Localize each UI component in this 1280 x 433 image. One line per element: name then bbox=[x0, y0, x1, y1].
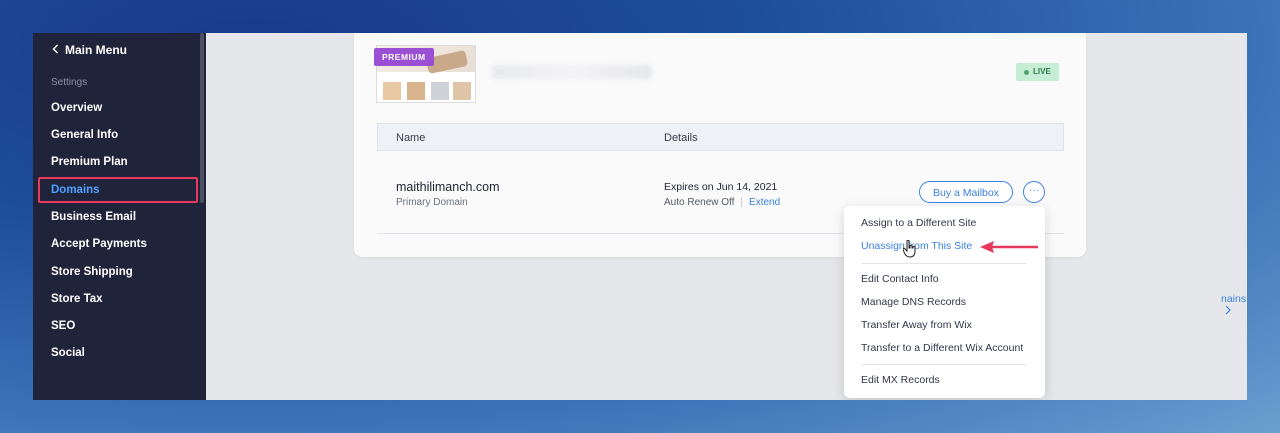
menu-item-transfer-account[interactable]: Transfer to a Different Wix Account bbox=[861, 342, 1023, 354]
column-header-details: Details bbox=[664, 132, 698, 144]
menu-item-edit-contact-info[interactable]: Edit Contact Info bbox=[861, 273, 939, 285]
auto-renew-status: Auto Renew Off bbox=[664, 197, 735, 208]
sidebar-item-seo[interactable]: SEO bbox=[51, 320, 75, 332]
domain-type: Primary Domain bbox=[396, 197, 468, 208]
main-menu-label: Main Menu bbox=[65, 43, 127, 57]
main-menu-back-link[interactable]: Main Menu bbox=[52, 43, 127, 57]
premium-badge: PREMIUM bbox=[374, 48, 434, 66]
domain-name: maithilimanch.com bbox=[396, 180, 500, 194]
app-window: Main Menu Settings Overview General Info… bbox=[33, 33, 1247, 400]
hand-cursor-icon bbox=[902, 239, 917, 263]
sidebar-item-store-tax[interactable]: Store Tax bbox=[51, 293, 103, 305]
main-content: PREMIUM LIVE Name Details maithilimanch.… bbox=[206, 33, 1247, 400]
extend-link[interactable]: Extend bbox=[749, 197, 780, 208]
menu-item-manage-dns[interactable]: Manage DNS Records bbox=[861, 296, 966, 308]
column-header-name: Name bbox=[396, 132, 426, 144]
sidebar-item-business-email[interactable]: Business Email bbox=[51, 211, 136, 223]
table-header: Name Details bbox=[377, 123, 1064, 151]
menu-item-edit-mx[interactable]: Edit MX Records bbox=[861, 374, 940, 386]
sidebar-item-overview[interactable]: Overview bbox=[51, 102, 102, 114]
more-actions-button[interactable]: ··· bbox=[1023, 181, 1045, 203]
chevron-right-icon bbox=[1221, 305, 1233, 318]
domains-link-peek[interactable]: nains bbox=[1221, 293, 1247, 318]
separator: | bbox=[740, 197, 744, 208]
sidebar-item-social[interactable]: Social bbox=[51, 347, 85, 359]
sidebar-item-domains[interactable]: Domains bbox=[51, 184, 100, 196]
live-label: LIVE bbox=[1033, 67, 1051, 76]
buy-mailbox-button[interactable]: Buy a Mailbox bbox=[919, 181, 1013, 203]
menu-item-transfer-away[interactable]: Transfer Away from Wix bbox=[861, 319, 972, 331]
sidebar-item-general-info[interactable]: General Info bbox=[51, 129, 118, 141]
sidebar-item-premium-plan[interactable]: Premium Plan bbox=[51, 156, 128, 168]
domain-actions-menu: Assign to a Different Site Unassign from… bbox=[844, 206, 1045, 398]
settings-section-label: Settings bbox=[51, 77, 88, 88]
sidebar-item-store-shipping[interactable]: Store Shipping bbox=[51, 266, 133, 278]
domains-link-label: nains bbox=[1221, 293, 1247, 305]
menu-item-assign-site[interactable]: Assign to a Different Site bbox=[861, 217, 976, 229]
expiry-date: Expires on Jun 14, 2021 bbox=[664, 181, 778, 193]
renew-info: Auto Renew Off | Extend bbox=[664, 197, 780, 208]
menu-divider bbox=[861, 263, 1027, 264]
menu-divider bbox=[861, 364, 1027, 365]
sidebar-scrollbar[interactable] bbox=[200, 33, 204, 203]
chevron-left-icon bbox=[52, 43, 59, 57]
sidebar: Main Menu Settings Overview General Info… bbox=[33, 33, 206, 400]
pointer-arrow-icon bbox=[978, 240, 1040, 259]
sidebar-item-accept-payments[interactable]: Accept Payments bbox=[51, 238, 147, 250]
site-name-blurred bbox=[492, 65, 652, 79]
live-status-badge: LIVE bbox=[1016, 63, 1059, 81]
status-dot-icon bbox=[1024, 69, 1029, 75]
